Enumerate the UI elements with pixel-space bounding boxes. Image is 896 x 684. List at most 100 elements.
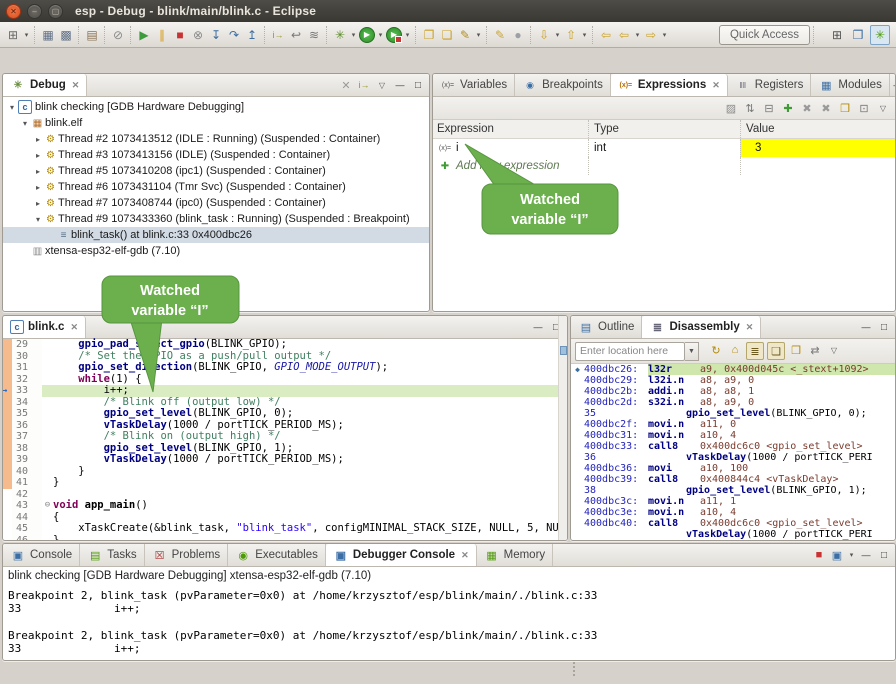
minimize-icon[interactable]: — — [392, 77, 408, 93]
world-orb-icon[interactable]: ● — [509, 26, 527, 44]
add-expression-icon[interactable]: ✚ — [780, 100, 796, 116]
tab-registers[interactable]: ‖‖Registers — [728, 74, 812, 96]
save-all-icon[interactable]: ▩ — [57, 26, 75, 44]
home-icon[interactable]: ⌂ — [727, 342, 743, 358]
toggle-track-expression-icon[interactable]: ≣ — [746, 342, 764, 360]
annotation-ruler[interactable] — [3, 512, 12, 524]
location-combo[interactable]: Enter location here — [575, 342, 685, 361]
tab-expressions[interactable]: (x)=Expressions✕ — [611, 74, 728, 96]
tab-executables[interactable]: ◉Executables — [228, 544, 326, 566]
annotation-ruler[interactable] — [3, 374, 12, 386]
skip-all-breakpoints-icon[interactable]: ⊘ — [109, 26, 127, 44]
dropdown-icon[interactable]: ▾ — [22, 26, 31, 44]
disassembly-listing[interactable]: ◆400dbc26:l32ra9, 0x400d045c <_stext+109… — [571, 364, 895, 540]
tab-problems[interactable]: ☒Problems — [145, 544, 229, 566]
console-display-icon[interactable]: ▣ — [829, 547, 845, 563]
refresh-icon[interactable]: ↻ — [708, 342, 724, 358]
tab-variables[interactable]: (x)=Variables — [433, 74, 515, 96]
instruction-stepping-icon[interactable]: i→ — [356, 77, 372, 93]
new-view-icon[interactable]: ❒ — [788, 342, 804, 358]
annotation-ruler[interactable] — [3, 431, 12, 443]
view-menu-icon[interactable]: ▽ — [826, 342, 842, 358]
open-perspective-icon[interactable]: ⊞ — [828, 26, 846, 44]
maximize-icon[interactable]: □ — [876, 547, 892, 563]
close-icon[interactable]: ✕ — [72, 80, 80, 91]
terminate-console-icon[interactable]: ■ — [811, 547, 827, 563]
debug-menu-icon[interactable]: ✳ — [331, 26, 349, 44]
annotation-ruler[interactable] — [3, 466, 12, 478]
tab-modules[interactable]: ▦Modules — [811, 74, 889, 96]
tab-debugger-console[interactable]: ▣Debugger Console✕ — [326, 544, 477, 566]
instruction-stepping-icon[interactable]: i→ — [269, 26, 287, 44]
disconnect-icon[interactable]: ⊗ — [189, 26, 207, 44]
dropdown-icon[interactable]: ▾ — [474, 26, 483, 44]
step-into-icon[interactable]: ↧ — [207, 26, 225, 44]
annotation-ruler[interactable] — [3, 477, 12, 489]
annotation-ruler[interactable] — [3, 500, 12, 512]
next-annotation-icon[interactable]: ⇩ — [535, 26, 553, 44]
resume-icon[interactable]: ▶ — [135, 26, 153, 44]
view-menu-icon[interactable]: ▽ — [374, 77, 390, 93]
fold-collapse-icon[interactable]: ⊖ — [42, 500, 53, 512]
tab-disassembly[interactable]: ≣Disassembly✕ — [642, 316, 761, 338]
maximize-icon[interactable]: □ — [410, 77, 426, 93]
close-icon[interactable]: ✕ — [70, 322, 78, 333]
tab-memory[interactable]: ▦Memory — [477, 544, 554, 566]
annotation-ruler[interactable] — [3, 443, 12, 455]
annotation-ruler[interactable] — [3, 535, 12, 542]
debug-tree-item[interactable]: ▥xtensa-esp32-elf-gdb (7.10) — [3, 243, 429, 259]
dropdown-icon[interactable]: ▾ — [633, 26, 642, 44]
open-resource-icon[interactable]: ❏ — [438, 26, 456, 44]
remove-all-terminated-icon[interactable]: ✕ — [338, 77, 354, 93]
close-icon[interactable]: ✕ — [712, 80, 720, 91]
close-icon[interactable]: ✕ — [461, 550, 469, 561]
annotation-ruler[interactable] — [3, 454, 12, 466]
tree-expander-icon[interactable]: ▸ — [33, 167, 43, 176]
tree-expander-icon[interactable]: ▸ — [33, 151, 43, 160]
debug-tree-item[interactable]: ▸⚙Thread #7 1073408744 (ipc0) (Suspended… — [3, 195, 429, 211]
debug-tree-item[interactable]: ▸⚙Thread #5 1073410208 (ipc1) (Suspended… — [3, 163, 429, 179]
debug-tree-item[interactable]: ▾▦blink.elf — [3, 115, 429, 131]
annotation-ruler[interactable] — [3, 489, 12, 501]
editor-overview-ruler[interactable] — [558, 316, 567, 540]
minimize-icon[interactable]: — — [858, 319, 874, 335]
drop-to-frame-icon[interactable]: ↩ — [287, 26, 305, 44]
annotation-ruler[interactable] — [3, 362, 12, 374]
tree-expander-icon[interactable]: ▸ — [33, 199, 43, 208]
collapse-all-icon[interactable]: ⊟ — [761, 100, 777, 116]
console-output[interactable]: Breakpoint 2, blink_task (pvParameter=0x… — [8, 589, 895, 655]
annotation-ruler[interactable] — [3, 408, 12, 420]
annotation-ruler[interactable] — [3, 523, 12, 535]
tab-console[interactable]: ▣Console — [3, 544, 80, 566]
toggle-sync-icon[interactable]: ❏ — [767, 342, 785, 360]
window-maximize-button[interactable]: ▢ — [48, 4, 63, 19]
dropdown-icon[interactable]: ▾ — [376, 26, 385, 44]
new-search-icon[interactable]: ✎ — [456, 26, 474, 44]
debug-perspective-icon[interactable]: ✳ — [870, 25, 890, 45]
tab-blink-c[interactable]: c blink.c ✕ — [3, 316, 86, 338]
tree-expander-icon[interactable]: ▸ — [33, 135, 43, 144]
view-menu-icon[interactable]: ▽ — [875, 100, 891, 116]
instruction-pointer-icon[interactable]: → — [3, 385, 12, 397]
tab-breakpoints[interactable]: ◉Breakpoints — [515, 74, 611, 96]
annotation-ruler[interactable] — [3, 420, 12, 432]
debug-tree-item[interactable]: ≡blink_task() at blink.c:33 0x400dbc26 — [3, 227, 429, 243]
dropdown-icon[interactable]: ▾ — [403, 26, 412, 44]
save-icon[interactable]: ▦ — [39, 26, 57, 44]
dropdown-icon[interactable]: ▾ — [847, 546, 856, 564]
minimize-icon[interactable]: — — [530, 319, 546, 335]
new-wizard-icon[interactable]: ⊞ — [4, 26, 22, 44]
debug-tree-item[interactable]: ▸⚙Thread #2 1073413512 (IDLE : Running) … — [3, 131, 429, 147]
tab-outline[interactable]: ▤Outline — [571, 316, 642, 338]
cpp-perspective-icon[interactable]: ❒ — [849, 26, 867, 44]
code-editor-area[interactable]: 29 gpio_pad_select_gpio(BLINK_GPIO);30 /… — [3, 339, 567, 541]
run-menu-icon[interactable]: ▶ — [358, 26, 376, 44]
statusbar-sash-handle[interactable] — [573, 662, 578, 676]
link-editor-icon[interactable]: ⇄ — [807, 342, 823, 358]
remove-all-expressions-icon[interactable]: ✖ — [818, 100, 834, 116]
minimize-icon[interactable]: — — [858, 547, 874, 563]
dropdown-icon[interactable]: ▾ — [660, 26, 669, 44]
tree-expander-icon[interactable]: ▾ — [7, 103, 17, 112]
tab-debug[interactable]: ✳ Debug ✕ — [3, 74, 87, 96]
dropdown-icon[interactable]: ▾ — [553, 26, 562, 44]
